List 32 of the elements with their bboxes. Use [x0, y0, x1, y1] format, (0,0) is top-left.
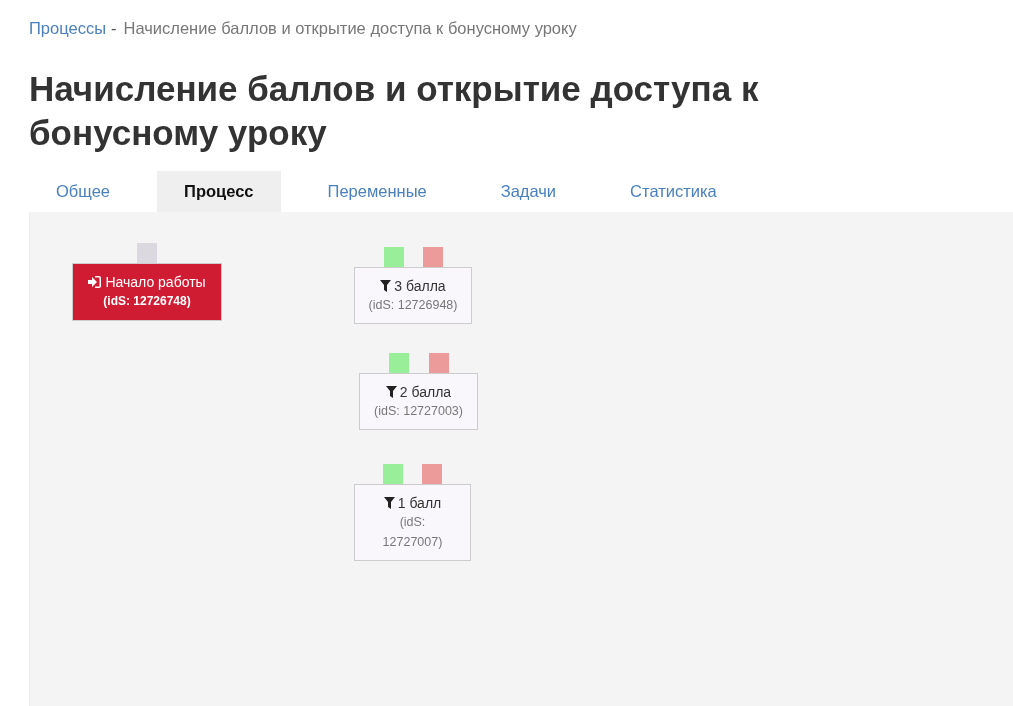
node-title: Начало работы — [73, 272, 221, 291]
filter-node[interactable]: 1 балл (idS: 12727007) — [354, 483, 471, 561]
connection-port[interactable] — [384, 246, 404, 267]
connection-port[interactable] — [422, 463, 442, 484]
start-node[interactable]: Начало работы (idS: 12726748) — [72, 262, 222, 321]
tab[interactable]: Статистика — [603, 170, 744, 212]
tab[interactable]: Общее — [29, 170, 138, 212]
connection-port[interactable] — [429, 352, 449, 373]
filter-icon — [383, 496, 395, 509]
node-title: 2 балла — [360, 382, 477, 401]
connection-port[interactable] — [389, 352, 409, 373]
filter-node[interactable]: 2 балла (idS: 12727003) — [359, 372, 478, 430]
connection-port[interactable] — [423, 246, 443, 267]
node-title: 3 балла — [355, 276, 471, 295]
breadcrumb-link[interactable]: Процессы — [29, 16, 106, 41]
node-id: (idS: 12726748) — [102, 292, 192, 310]
tab[interactable]: Задачи — [473, 170, 584, 212]
sign-in-icon — [88, 275, 102, 288]
connection-port[interactable] — [137, 242, 157, 263]
node-id: (idS: 12726948) — [367, 296, 459, 314]
filter-icon — [380, 279, 392, 292]
node-id: (idS: 12727003) — [373, 402, 464, 420]
tab[interactable]: Переменные — [300, 170, 454, 212]
node-id: (idS: 12727007) — [381, 513, 444, 551]
filter-node[interactable]: 3 балла (idS: 12726948) — [354, 266, 472, 324]
breadcrumb-current: Начисление баллов и открытие доступа к бонусному уроку — [123, 18, 577, 39]
node-title: 1 балл — [355, 493, 470, 512]
page-title: Начисление баллов и открытие доступа к бонусному уроку — [28, 67, 760, 154]
breadcrumb-separator: - — [111, 18, 117, 39]
filter-icon — [385, 385, 397, 398]
tab[interactable]: Процесс — [157, 170, 281, 212]
connection-port[interactable] — [383, 463, 403, 484]
